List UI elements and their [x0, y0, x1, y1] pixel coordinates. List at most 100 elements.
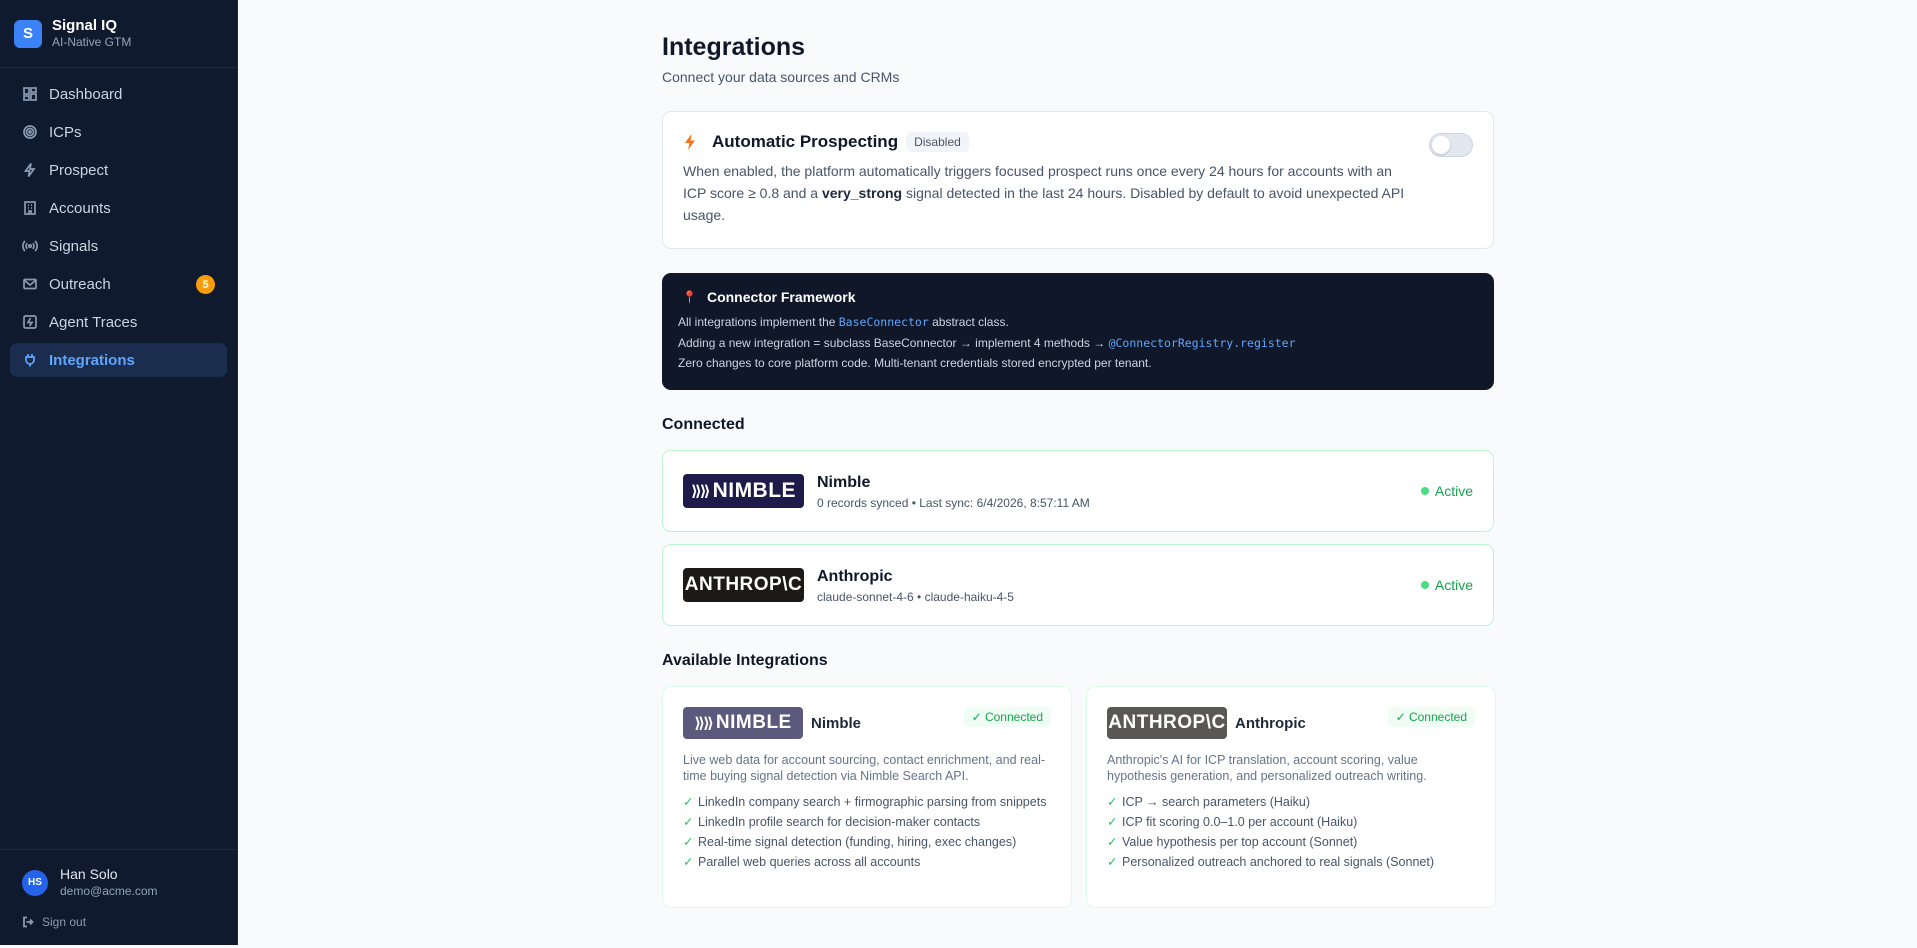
- sidebar-item-agent-traces[interactable]: Agent Traces: [10, 305, 227, 339]
- list-item: ✓ Personalized outreach anchored to real …: [1107, 854, 1475, 870]
- connected-item-nimble[interactable]: ⟫⟫ NIMBLE Nimble 0 records synced • Last …: [662, 450, 1494, 532]
- automatic-prospecting-title: Automatic Prospecting: [712, 132, 899, 151]
- list-item: ✓ ICP fit scoring 0.0–1.0 per account (Ha…: [1107, 814, 1475, 830]
- integration-name: Anthropic: [817, 567, 893, 585]
- check-icon: ✓: [1107, 795, 1118, 809]
- nimble-logo: ⟫⟫ NIMBLE: [683, 474, 804, 508]
- list-item: ✓ Parallel web queries across all account…: [683, 854, 1051, 870]
- sidebar-item-prospect[interactable]: Prospect: [10, 153, 227, 187]
- bolt-icon: [685, 134, 695, 150]
- framework-code: BaseConnector: [838, 315, 929, 329]
- sidebar-item-label: Signals: [49, 237, 99, 255]
- logo-text: ANTHROP\C: [1108, 712, 1226, 733]
- list-item: ✓ LinkedIn company search + firmographic …: [683, 794, 1051, 810]
- feature-text: Real-time signal detection (funding, hir…: [698, 835, 1017, 849]
- sidebar-item-label: Agent Traces: [49, 313, 138, 331]
- check-icon: ✓: [1107, 855, 1118, 869]
- status-label: Active: [1434, 577, 1473, 593]
- connector-framework-title: Connector Framework: [706, 289, 856, 305]
- feature-text: LinkedIn profile search for decision-mak…: [698, 815, 981, 829]
- framework-text: abstract class.: [928, 315, 1009, 329]
- brand[interactable]: S Signal IQ AI-Native GTM: [0, 0, 237, 68]
- description-strong: very_strong: [821, 185, 903, 201]
- list-item: ✓ Real-time signal detection (funding, hi…: [683, 834, 1051, 850]
- logo-text: ANTHROP\C: [684, 574, 803, 595]
- sidebar-item-integrations[interactable]: Integrations: [10, 343, 227, 377]
- integration-meta: claude-sonnet-4-6 • claude-haiku-4-5: [817, 589, 1014, 604]
- automatic-prospecting-description: When enabled, the platform automatically…: [683, 160, 1413, 226]
- automatic-prospecting-card: Automatic Prospecting Disabled When enab…: [662, 111, 1494, 249]
- user-email: demo@acme.com: [60, 884, 158, 898]
- framework-text: All integrations implement the: [678, 315, 839, 329]
- connector-framework-panel: 📍 Connector Framework All integrations i…: [662, 273, 1494, 390]
- sidebar-item-label: Accounts: [49, 199, 111, 217]
- mail-icon: [22, 276, 38, 292]
- integration-name: Nimble: [811, 714, 862, 732]
- logo-text: NIMBLE: [715, 712, 792, 733]
- framework-code: @ConnectorRegistry.register: [1108, 335, 1296, 350]
- sign-out-button[interactable]: Sign out: [22, 915, 215, 929]
- anthropic-logo: ANTHROP\C: [1107, 707, 1227, 739]
- building-icon: [22, 200, 38, 216]
- connected-item-anthropic[interactable]: ANTHROP\C Anthropic claude-sonnet-4-6 • …: [662, 544, 1494, 626]
- check-icon: ✓: [1107, 815, 1118, 829]
- user-profile[interactable]: HS Han Solo demo@acme.com: [22, 866, 215, 899]
- list-item: ✓ Value hypothesis per top account (Sonne…: [1107, 834, 1475, 850]
- logo-text: NIMBLE: [712, 479, 797, 502]
- feature-text: Value hypothesis per top account (Sonnet…: [1122, 835, 1358, 849]
- connected-badge: ✓ Connected: [1387, 707, 1475, 727]
- brand-logo: S: [14, 19, 42, 48]
- anthropic-logo: ANTHROP\C: [683, 568, 804, 602]
- connected-section-title: Connected: [662, 416, 745, 433]
- status-label: Active: [1434, 483, 1473, 499]
- feature-text: Personalized outreach anchored to real s…: [1122, 855, 1434, 869]
- framework-text: Adding a new integration = subclass Base…: [678, 335, 1109, 350]
- sidebar-item-signals[interactable]: Signals: [10, 229, 227, 263]
- sidebar-nav: Dashboard ICPs Prospect Accounts Signals…: [0, 68, 237, 390]
- nimble-logo: ⟫⟫ NIMBLE: [683, 707, 803, 739]
- sidebar-item-accounts[interactable]: Accounts: [10, 191, 227, 225]
- integration-meta: 0 records synced • Last sync: 6/4/2026, …: [817, 495, 1090, 510]
- check-icon: ✓: [683, 835, 694, 849]
- check-icon: ✓: [1107, 835, 1118, 849]
- sidebar-item-label: Integrations: [49, 351, 135, 369]
- dashboard-icon: [22, 86, 38, 102]
- page-subtitle: Connect your data sources and CRMs: [662, 69, 900, 85]
- integration-description: Live web data for account sourcing, cont…: [683, 753, 1046, 783]
- pin-icon: 📍: [682, 290, 697, 304]
- bolt-icon: [22, 162, 38, 178]
- user-name: Han Solo: [60, 866, 118, 882]
- framework-line: Zero changes to core platform code. Mult…: [678, 356, 1152, 370]
- available-item-nimble[interactable]: ⟫⟫ NIMBLE Nimble ✓ Connected Live web dat…: [662, 686, 1072, 908]
- feature-list: ✓ ICP → search parameters (Haiku) ✓ ICP fi…: [1107, 794, 1475, 870]
- trace-icon: [22, 314, 38, 330]
- feature-text: LinkedIn company search + firmographic p…: [698, 795, 1047, 809]
- list-item: ✓ ICP → search parameters (Haiku): [1107, 794, 1475, 810]
- framework-line: All integrations implement the BaseConne…: [678, 312, 1478, 333]
- page-title: Integrations: [662, 33, 806, 61]
- outreach-count-badge: 5: [196, 275, 215, 294]
- target-icon: [22, 124, 38, 140]
- avatar: HS: [22, 869, 48, 896]
- feature-text: ICP fit scoring 0.0–1.0 per account (Hai…: [1122, 815, 1358, 829]
- sidebar-item-dashboard[interactable]: Dashboard: [10, 77, 227, 111]
- framework-line: Adding a new integration = subclass Base…: [678, 333, 1478, 354]
- automatic-prospecting-toggle[interactable]: [1429, 133, 1473, 157]
- status-dot-icon: [1420, 487, 1429, 495]
- available-section-title: Available Integrations: [662, 652, 828, 669]
- integration-name: Nimble: [817, 473, 871, 491]
- sidebar-item-icps[interactable]: ICPs: [10, 115, 227, 149]
- check-icon: ✓: [683, 795, 694, 809]
- available-item-anthropic[interactable]: ANTHROP\C Anthropic ✓ Connected Anthropi…: [1086, 686, 1496, 908]
- sidebar-item-outreach[interactable]: Outreach 5: [10, 267, 227, 301]
- status-dot-icon: [1420, 581, 1429, 589]
- feature-text: ICP → search parameters (Haiku): [1122, 795, 1311, 809]
- integration-name: Anthropic: [1235, 714, 1306, 732]
- integration-description: Anthropic's AI for ICP translation, acco…: [1107, 753, 1427, 783]
- connected-badge: ✓ Connected: [963, 707, 1051, 727]
- sidebar-item-label: Dashboard: [49, 85, 123, 103]
- feature-text: Parallel web queries across all accounts: [698, 855, 921, 869]
- sign-out-label: Sign out: [42, 915, 87, 929]
- feature-list: ✓ LinkedIn company search + firmographic …: [683, 794, 1051, 870]
- brand-name: Signal IQ: [52, 17, 118, 34]
